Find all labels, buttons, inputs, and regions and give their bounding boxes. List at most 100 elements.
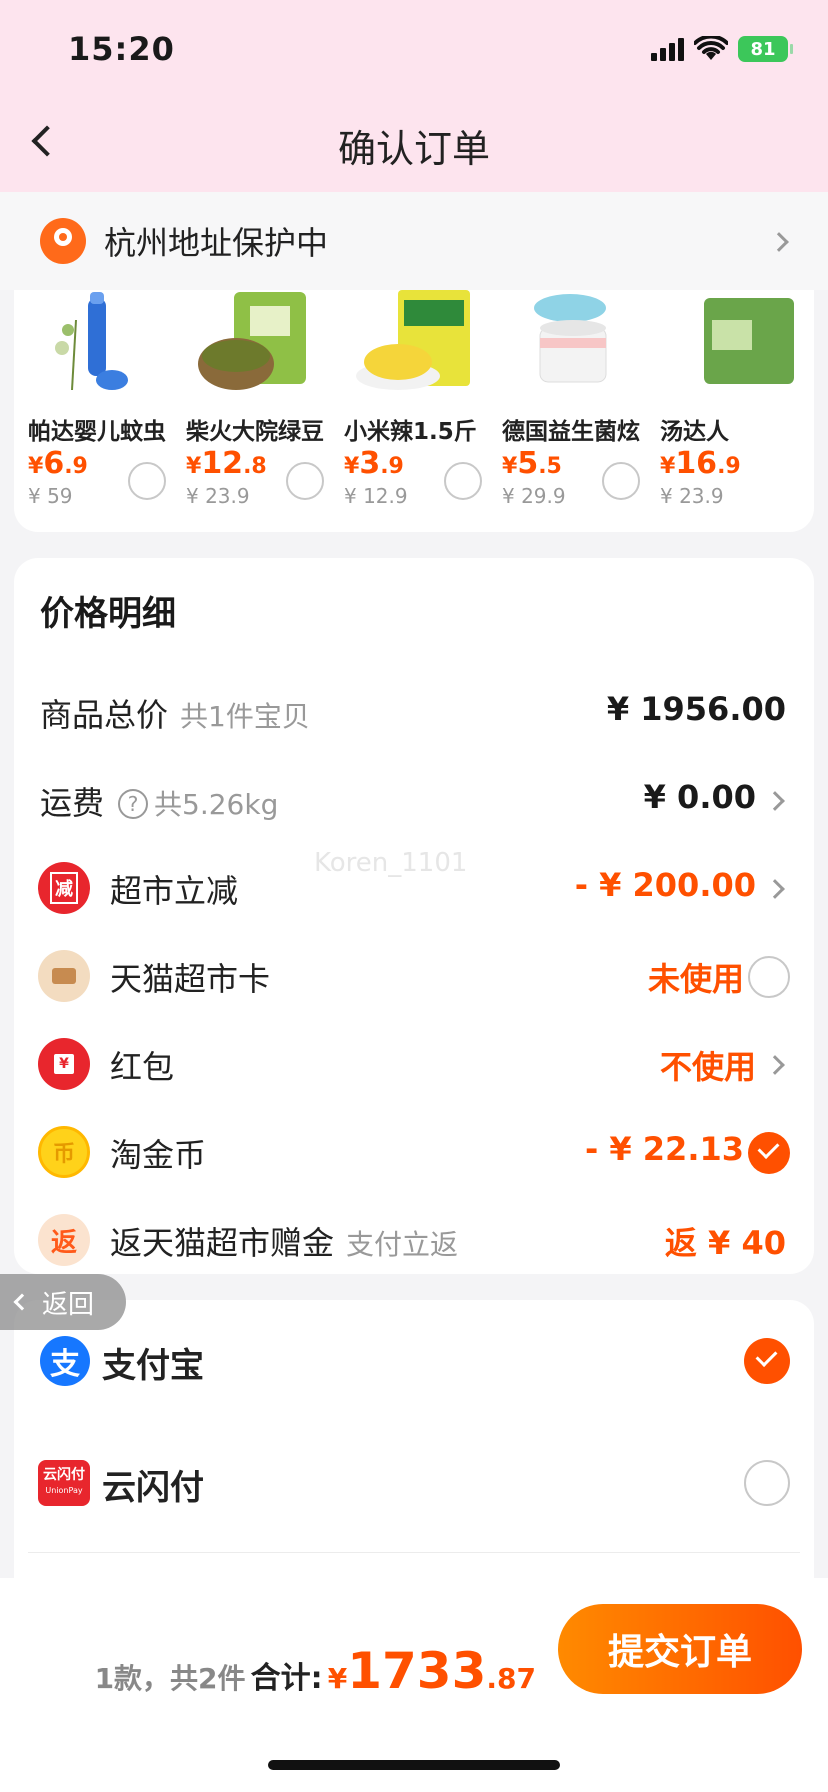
tmall-card-radio[interactable] bbox=[748, 956, 790, 998]
red-packet-value: 不使用 bbox=[659, 1048, 756, 1086]
pickled-pepper-icon bbox=[356, 290, 470, 390]
chevron-right-icon bbox=[765, 879, 785, 899]
submit-order-button[interactable]: 提交订单 bbox=[558, 1604, 802, 1694]
total-decimal: .87 bbox=[486, 1662, 536, 1695]
cashback-icon: 返 bbox=[38, 1214, 90, 1266]
unionpay-radio[interactable] bbox=[744, 1460, 790, 1506]
product-original-price: ¥ 29.9 bbox=[502, 484, 566, 508]
cashback-value: 返 ¥ 40 bbox=[664, 1224, 786, 1262]
taojin-coin-value: - ¥ 22.13 bbox=[584, 1130, 744, 1168]
product-select-radio[interactable] bbox=[128, 462, 166, 500]
chevron-right-icon bbox=[765, 1055, 785, 1075]
order-summary: 1款，共2件 合计: ¥1733.87 bbox=[95, 1642, 536, 1700]
product-name: 柴火大院绿豆 bbox=[186, 419, 324, 445]
chevron-right-icon bbox=[769, 232, 789, 252]
battery-icon: 81 bbox=[738, 36, 793, 62]
product-price: ¥6.9 bbox=[28, 446, 88, 481]
red-packet-label: 红包 bbox=[110, 1048, 175, 1086]
product-name: 小米辣1.5斤 bbox=[344, 419, 477, 445]
mung-bean-icon bbox=[198, 292, 306, 390]
item-count: 1款，共2件 bbox=[94, 1662, 246, 1695]
alipay-radio[interactable] bbox=[744, 1338, 790, 1384]
product-original-price: ¥ 23.9 bbox=[186, 484, 250, 508]
product-select-radio[interactable] bbox=[602, 462, 640, 500]
unionpay-icon: 云闪付 UnionPay bbox=[38, 1460, 90, 1506]
taojin-coin-checkbox[interactable] bbox=[748, 1132, 790, 1174]
tmall-card-label: 天猫超市卡 bbox=[110, 960, 271, 998]
taojin-coin-row[interactable]: 币 淘金币 - ¥ 22.13 bbox=[14, 1110, 814, 1198]
taojin-coin-label: 淘金币 bbox=[110, 1136, 207, 1174]
location-pin-icon bbox=[40, 218, 86, 264]
product-price: ¥16.9 bbox=[660, 446, 741, 481]
product-name: 汤达人 bbox=[660, 419, 729, 445]
unionpay-label: 云闪付 bbox=[102, 1468, 204, 1508]
product-price: ¥12.8 bbox=[186, 446, 267, 481]
product-select-radio[interactable] bbox=[286, 462, 324, 500]
help-icon[interactable]: ? bbox=[118, 789, 149, 819]
market-discount-value: - ¥ 200.00 bbox=[574, 866, 756, 904]
cashback-row: 返 返天猫超市赠金 支付立返 返 ¥ 40 bbox=[14, 1198, 814, 1286]
red-packet-row[interactable]: ¥ 红包 不使用 bbox=[14, 1022, 814, 1110]
product-item[interactable]: 小米辣1.5斤 ¥3.9 ¥ 12.9 bbox=[330, 290, 500, 530]
mosquito-repellent-icon bbox=[55, 292, 128, 391]
alipay-label: 支付宝 bbox=[102, 1346, 204, 1386]
product-price: ¥3.9 bbox=[344, 446, 404, 481]
page-title: 确认订单 bbox=[337, 127, 490, 171]
payment-alipay[interactable]: 支 支付宝 bbox=[14, 1300, 814, 1420]
payment-unionpay[interactable]: 云闪付 UnionPay 云闪付 bbox=[14, 1422, 814, 1542]
card-icon bbox=[38, 950, 90, 1002]
product-original-price: ¥ 23.9 bbox=[660, 484, 724, 508]
signal-icon bbox=[651, 37, 684, 61]
total-label: 合计: bbox=[250, 1661, 323, 1696]
goods-total-label: 商品总价 bbox=[40, 696, 169, 734]
goods-total-sub: 共1件宝贝 bbox=[180, 700, 310, 733]
chevron-left-icon bbox=[13, 1293, 31, 1311]
red-packet-icon: ¥ bbox=[38, 1038, 90, 1090]
product-carousel[interactable]: 帕达婴儿蚊虫 ¥6.9 ¥ 59 柴火大院绿豆 ¥12.8 ¥ 23.9 小米辣… bbox=[14, 290, 814, 532]
noodle-pack-icon bbox=[704, 298, 794, 384]
product-select-radio[interactable] bbox=[444, 462, 482, 500]
cashback-label: 返天猫超市赠金 bbox=[110, 1224, 335, 1262]
shipping-value: ¥ 0.00 bbox=[643, 778, 756, 816]
discount-icon: 减 bbox=[38, 862, 90, 914]
goods-total-row: 商品总价 共1件宝贝 ¥ 1956.00 bbox=[14, 670, 814, 758]
product-item[interactable]: 柴火大院绿豆 ¥12.8 ¥ 23.9 bbox=[172, 290, 342, 530]
address-text: 杭州地址保护中 bbox=[104, 224, 329, 262]
product-original-price: ¥ 12.9 bbox=[344, 484, 408, 508]
home-indicator bbox=[268, 1760, 560, 1770]
shipping-weight: 共5.26kg bbox=[154, 788, 279, 821]
battery-level: 81 bbox=[750, 38, 776, 60]
address-bar[interactable]: 杭州地址保护中 bbox=[0, 192, 828, 290]
product-name: 帕达婴儿蚊虫 bbox=[28, 419, 166, 445]
market-discount-row[interactable]: 减 超市立减 - ¥ 200.00 bbox=[14, 846, 814, 934]
checkout-bar: 1款，共2件 合计: ¥1733.87 提交订单 bbox=[0, 1578, 828, 1792]
price-detail-card: 价格明细 商品总价 共1件宝贝 ¥ 1956.00 运费? 共5.26kg ¥ 0.… bbox=[14, 558, 814, 1274]
status-icons: 81 bbox=[651, 36, 793, 62]
tmall-card-row[interactable]: 天猫超市卡 未使用 bbox=[14, 934, 814, 1022]
divider bbox=[28, 1552, 800, 1553]
product-original-price: ¥ 59 bbox=[28, 484, 73, 508]
payment-methods-card: 支 支付宝 云闪付 UnionPay 云闪付 bbox=[14, 1300, 814, 1580]
product-item[interactable]: 汤达人 ¥16.9 ¥ 23.9 bbox=[646, 290, 814, 530]
goods-total-value: ¥ 1956.00 bbox=[606, 690, 786, 728]
page-header: 15:20 81 确认订单 bbox=[0, 0, 828, 192]
market-discount-label: 超市立减 bbox=[110, 872, 239, 910]
product-price: ¥5.5 bbox=[502, 446, 562, 481]
shipping-row[interactable]: 运费? 共5.26kg ¥ 0.00 bbox=[14, 758, 814, 846]
chevron-right-icon bbox=[765, 791, 785, 811]
tmall-card-value: 未使用 bbox=[647, 960, 744, 998]
total-integer: 1733 bbox=[347, 1642, 487, 1700]
cashback-sub: 支付立返 bbox=[346, 1228, 459, 1261]
back-label: 返回 bbox=[42, 1289, 95, 1320]
price-detail-title: 价格明细 bbox=[40, 594, 176, 634]
coin-icon: 币 bbox=[38, 1126, 90, 1178]
product-item[interactable]: 帕达婴儿蚊虫 ¥6.9 ¥ 59 bbox=[14, 290, 184, 530]
product-item[interactable]: 德国益生菌炫 ¥5.5 ¥ 29.9 bbox=[488, 290, 658, 530]
floating-back-button[interactable]: 返回 bbox=[0, 1274, 126, 1330]
shipping-label: 运费 bbox=[40, 784, 105, 822]
status-time: 15:20 bbox=[68, 30, 175, 68]
alipay-icon: 支 bbox=[40, 1336, 90, 1386]
wifi-icon bbox=[694, 36, 728, 60]
probiotic-jar-icon bbox=[534, 294, 607, 383]
total-currency: ¥ bbox=[327, 1662, 348, 1695]
